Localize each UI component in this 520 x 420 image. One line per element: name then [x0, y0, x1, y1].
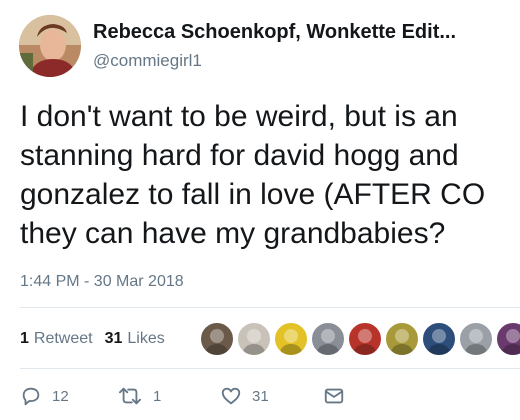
tweet-text: I don't want to be weird, but is an stan…	[20, 97, 520, 253]
tweet-text-line: they can have my grandbabies?	[20, 217, 446, 250]
message-button[interactable]	[323, 385, 345, 407]
user-avatar-3[interactable]	[274, 322, 308, 356]
display-name[interactable]: Rebecca Schoenkopf, Wonkette Edit...	[93, 21, 456, 44]
retweets-count: 1	[20, 330, 29, 347]
tweet-timestamp[interactable]: 1:44 PM - 30 Mar 2018	[20, 273, 184, 291]
liker-avatars	[200, 322, 520, 356]
like-count: 31	[252, 387, 269, 405]
user-avatar-5[interactable]	[348, 322, 382, 356]
tweet-text-line: I don't want to be weird, but is an	[20, 100, 458, 133]
retweets-label: Retweet	[33, 330, 93, 347]
divider	[20, 307, 520, 308]
reply-button[interactable]: 12	[20, 385, 69, 407]
likes-stat[interactable]: 31 Likes	[105, 330, 165, 348]
tweet-actions: 12 1 31	[20, 385, 520, 409]
heart-icon	[221, 387, 241, 405]
user-avatar-6[interactable]	[385, 322, 419, 356]
profile-avatar[interactable]	[19, 15, 81, 77]
tweet-text-line: gonzalez to fall in love (AFTER CO	[20, 178, 486, 211]
retweet-button[interactable]: 1	[117, 385, 161, 407]
retweet-icon	[119, 387, 141, 405]
user-avatar-2[interactable]	[237, 322, 271, 356]
user-avatar-9[interactable]	[496, 322, 520, 356]
reply-count: 12	[52, 387, 69, 405]
user-avatar-1[interactable]	[200, 322, 234, 356]
user-handle[interactable]: @commiegirl1	[93, 51, 202, 71]
divider	[20, 368, 520, 369]
likes-label: Likes	[127, 330, 165, 347]
like-button[interactable]: 31	[220, 385, 269, 407]
reply-icon	[22, 387, 40, 406]
retweets-stat[interactable]: 1 Retweet	[20, 330, 93, 348]
user-avatar-4[interactable]	[311, 322, 345, 356]
envelope-icon	[324, 388, 344, 404]
likes-count: 31	[104, 330, 123, 347]
user-avatar-8[interactable]	[459, 322, 493, 356]
tweet-text-line: stanning hard for david hogg and	[20, 139, 459, 172]
retweet-count: 1	[153, 387, 162, 405]
user-avatar-7[interactable]	[422, 322, 456, 356]
engagement-stats: 1 Retweet 31 Likes	[20, 330, 165, 348]
